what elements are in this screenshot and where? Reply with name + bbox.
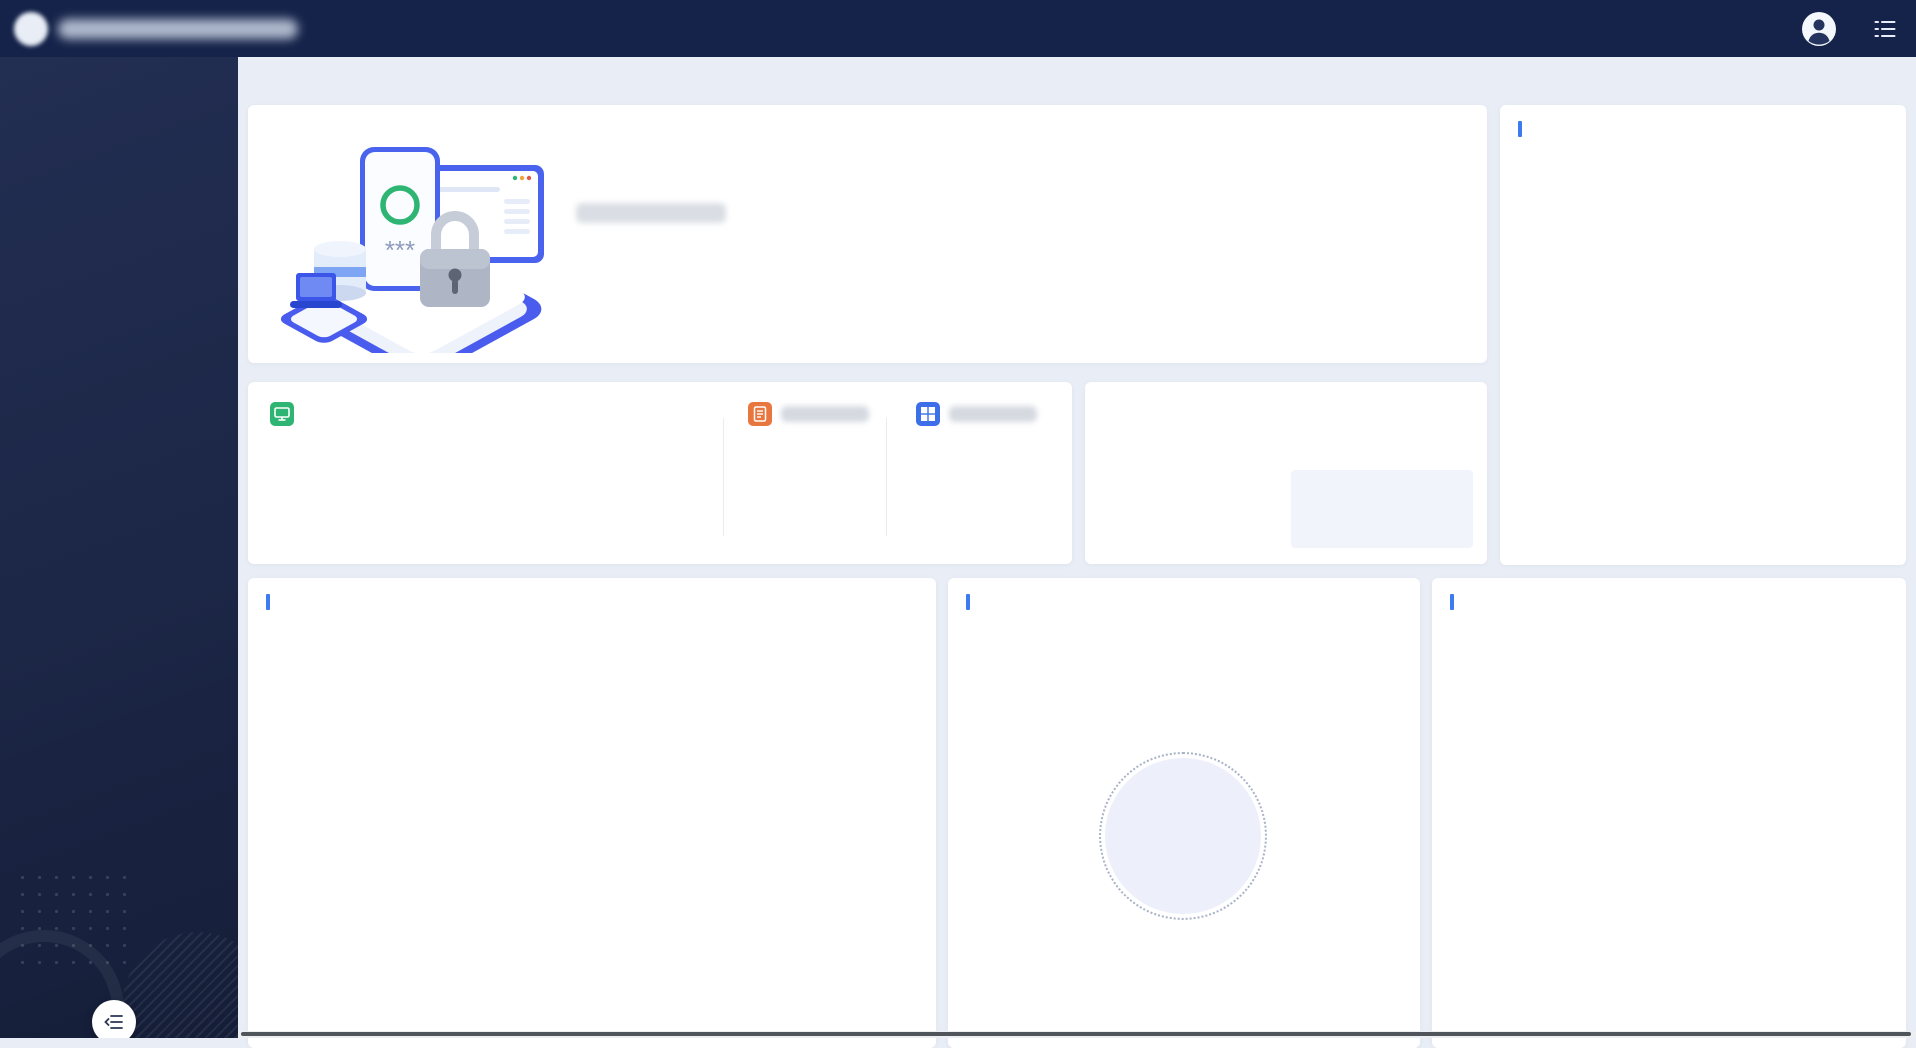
os-center-total: [1105, 758, 1261, 914]
divider: [723, 418, 724, 536]
main-content: ***: [238, 99, 1916, 1038]
logo-mark-blurred: [14, 12, 48, 46]
blue-group-header: [916, 402, 1037, 426]
welcome-illustration: ***: [262, 113, 562, 358]
online-rate-legend[interactable]: [1291, 406, 1312, 419]
host-monitor-icon: [270, 402, 294, 426]
online-count: [1313, 434, 1317, 454]
sidebar-menu: [0, 57, 238, 65]
computer-stats-panel: [248, 578, 936, 1048]
windows-icon: [916, 402, 940, 426]
divider: [886, 418, 887, 536]
document-icon: [748, 402, 772, 426]
server-status-card: [1500, 105, 1906, 565]
svg-text:***: ***: [385, 235, 415, 265]
blue-group-title-blurred: [949, 406, 1037, 422]
legend-swatch: [1291, 406, 1304, 419]
welcome-meta: [570, 257, 822, 272]
top-nav: [0, 0, 1916, 57]
user-menu[interactable]: [1801, 11, 1846, 47]
server-status-title: [1518, 121, 1530, 137]
scrollbar-thumb[interactable]: [241, 1032, 1911, 1036]
logo-text-blurred: [58, 19, 298, 39]
avg-uptime-box: [1291, 470, 1473, 548]
decor-hatch-circle: [122, 932, 238, 1038]
greeting-blurred-text: [576, 203, 726, 223]
blue-group-stat: [927, 458, 997, 466]
sidebar-collapse-button[interactable]: [92, 1000, 136, 1038]
log-info-title: [1450, 594, 1462, 610]
host-assets-header: [270, 402, 303, 426]
log-info-panel: [1432, 578, 1906, 1048]
log-donut-hole: [1593, 716, 1747, 870]
orange-group-stat: [760, 458, 830, 466]
horizontal-scrollbar[interactable]: [238, 1031, 1916, 1038]
bar-chart-area: [248, 578, 936, 1048]
online-rate-gauge: [1103, 394, 1243, 539]
os-assets-panel: [948, 578, 1420, 1048]
breadcrumb: [238, 57, 1916, 99]
orange-group-header: [748, 402, 869, 426]
online-rate-card: [1085, 382, 1487, 564]
sidebar: [0, 57, 238, 1038]
app-logo: [0, 12, 352, 46]
host-assets-card: [248, 382, 1072, 564]
menu-icon[interactable]: [1874, 20, 1896, 38]
welcome-card: ***: [248, 105, 1487, 363]
orange-group-title-blurred: [781, 406, 869, 422]
avatar: [1801, 11, 1837, 47]
welcome-title: [570, 203, 726, 223]
os-assets-title: [966, 594, 978, 610]
avg-uptime-value: [1311, 493, 1473, 511]
